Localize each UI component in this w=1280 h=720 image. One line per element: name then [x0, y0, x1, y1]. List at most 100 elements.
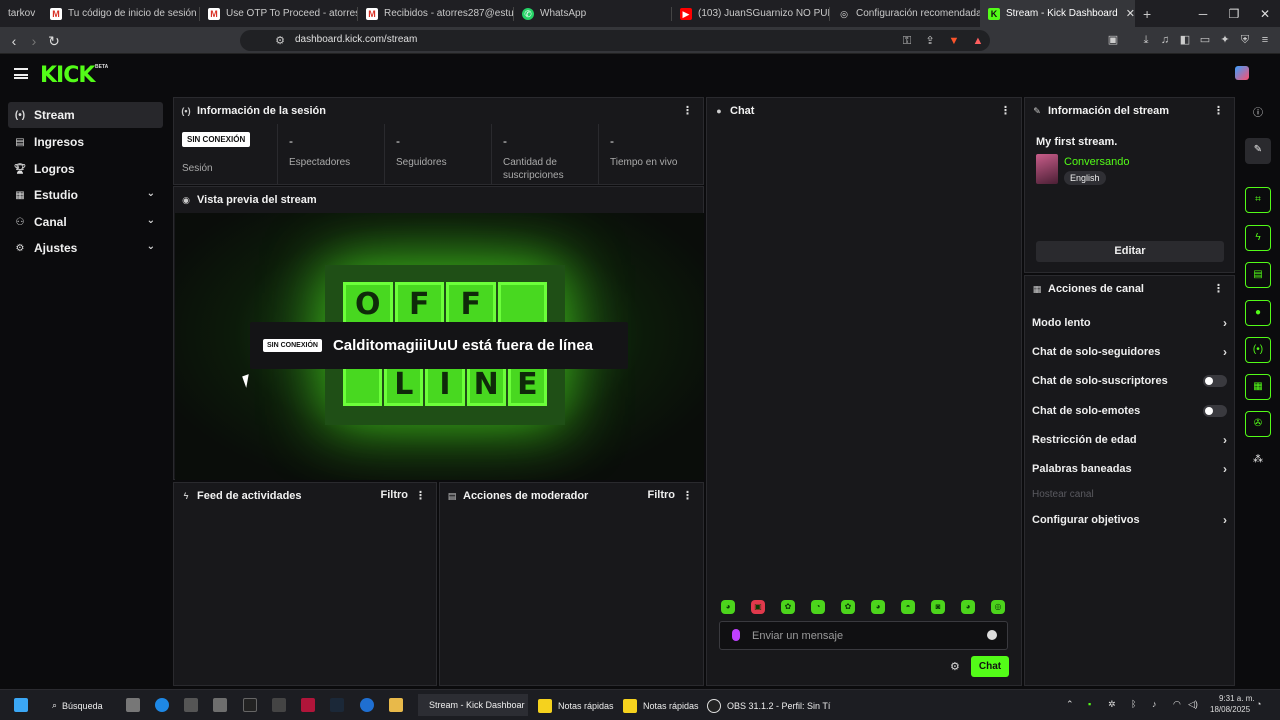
- site-info-icon[interactable]: ⚙: [273, 34, 287, 48]
- kebab-menu-icon[interactable]: ⋮: [1213, 104, 1224, 117]
- kebab-menu-icon[interactable]: ⋮: [682, 489, 693, 502]
- sidebar-item-logros[interactable]: 🏆︎ Logros: [8, 156, 163, 182]
- taskbar-app-notes[interactable]: Notas rápidas: [623, 697, 699, 714]
- browser-tab[interactable]: M Use OTP To Proceed - atorresuwu2: [200, 0, 357, 27]
- tray-app-icon[interactable]: ✲: [1108, 699, 1116, 710]
- close-window-icon[interactable]: ✕: [1249, 0, 1280, 27]
- volume-icon[interactable]: ◁): [1188, 699, 1198, 710]
- browser-tab[interactable]: M Tu código de inicio de sesión en d: [42, 0, 199, 27]
- channel-actions-icon[interactable]: ▦: [1245, 374, 1271, 400]
- edge-icon[interactable]: [155, 698, 169, 712]
- browser-tab[interactable]: M Recibidos - atorres287@estudiant: [358, 0, 513, 27]
- emote-icon[interactable]: ◕: [721, 600, 735, 614]
- wrench-icon[interactable]: ✇: [1245, 411, 1271, 437]
- menu-icon[interactable]: ≡: [1258, 33, 1272, 47]
- taskbar-app-notes[interactable]: Notas rápidas: [538, 697, 614, 714]
- maximize-window-icon[interactable]: ❐: [1218, 0, 1250, 27]
- sidebar-item-ajustes[interactable]: ⚙ Ajustes ⌄: [8, 235, 163, 261]
- emote-icon[interactable]: ◕: [871, 600, 885, 614]
- steam-icon[interactable]: [330, 698, 344, 712]
- filter-button[interactable]: Filtro: [381, 489, 409, 501]
- emotes-only-toggle[interactable]: [1203, 405, 1227, 417]
- info-icon[interactable]: ⓘ: [1245, 102, 1271, 128]
- hamburger-menu-icon[interactable]: [14, 68, 28, 79]
- chat-bubble-icon[interactable]: ●: [1245, 300, 1271, 326]
- camera-focus-icon[interactable]: ⌗: [1245, 187, 1271, 213]
- browser-tab-active[interactable]: K Stream - Kick Dashboard ✕: [980, 0, 1135, 27]
- microphone-icon[interactable]: ♪: [1152, 699, 1157, 709]
- emote-icon[interactable]: ✿: [781, 600, 795, 614]
- sidebar-item-ingresos[interactable]: ▤ Ingresos: [8, 129, 163, 155]
- chat-message-input[interactable]: [752, 628, 982, 644]
- chat-settings-gear-icon[interactable]: ⚙: [950, 660, 960, 673]
- store-icon[interactable]: [184, 698, 198, 712]
- filter-button[interactable]: Filtro: [648, 489, 676, 501]
- bluetooth-icon[interactable]: ᛒ: [1131, 699, 1136, 709]
- browser-tab[interactable]: ◎ Configuración recomendada Valor: [830, 0, 980, 27]
- emote-icon[interactable]: ◙: [931, 600, 945, 614]
- document-icon[interactable]: ▤: [1245, 262, 1271, 288]
- broadcast-icon[interactable]: (•): [1245, 337, 1271, 363]
- brave-shield-icon[interactable]: ▼: [947, 34, 961, 48]
- browser-tab[interactable]: tarkov: [0, 0, 42, 27]
- taskbar-app-obs[interactable]: OBS 31.1.2 - Perfil: Sin Tí: [707, 697, 830, 714]
- user-avatar[interactable]: [1235, 66, 1249, 80]
- browser-tab[interactable]: ▶ (103) JuanSGuarnizo NO PUEDE C: [672, 0, 829, 27]
- key-icon[interactable]: ⚿: [900, 34, 914, 48]
- kebab-menu-icon[interactable]: ⋮: [415, 489, 426, 502]
- lightning-icon[interactable]: ϟ: [1245, 225, 1271, 251]
- share-icon[interactable]: ⇪: [923, 34, 937, 48]
- subscribers-only-toggle[interactable]: [1203, 375, 1227, 387]
- app-icon[interactable]: [272, 698, 286, 712]
- windows-start-icon[interactable]: [14, 698, 28, 712]
- wallet-icon[interactable]: ▭: [1198, 33, 1212, 47]
- emote-icon[interactable]: ◎: [991, 600, 1005, 614]
- pencil-icon[interactable]: ✎: [1245, 138, 1271, 164]
- emoji-icon[interactable]: [987, 630, 997, 640]
- clock-time[interactable]: 9:31 a. m.: [1219, 694, 1255, 703]
- emote-icon[interactable]: ◔: [811, 600, 825, 614]
- music-icon[interactable]: ♫: [1158, 33, 1172, 47]
- battlenet-icon[interactable]: [360, 698, 374, 712]
- action-banned-words[interactable]: Palabras baneadas ›: [1032, 459, 1227, 479]
- taskbar-app-brave[interactable]: Stream - Kick Dashboar: [418, 694, 528, 716]
- chat-input-box[interactable]: [719, 621, 1008, 650]
- emote-icon[interactable]: ◓: [901, 600, 915, 614]
- kebab-menu-icon[interactable]: ⋮: [1213, 282, 1224, 295]
- microphone-icon[interactable]: [732, 629, 740, 641]
- brave-rewards-icon[interactable]: ▲: [971, 34, 985, 48]
- sidebar-item-stream[interactable]: (•) Stream: [8, 102, 163, 128]
- back-icon[interactable]: ‹: [4, 31, 24, 51]
- send-chat-button[interactable]: Chat: [971, 656, 1009, 677]
- vpn-icon[interactable]: ⛨: [1238, 33, 1252, 47]
- notification-bell-icon[interactable]: ◔: [1256, 699, 1261, 709]
- app-icon[interactable]: [213, 698, 227, 712]
- taskbar-search[interactable]: ⌕ Búsqueda: [52, 697, 103, 714]
- reload-icon[interactable]: ↻: [44, 31, 64, 51]
- action-age-restriction[interactable]: Restricción de edad ›: [1032, 430, 1227, 450]
- minimize-window-icon[interactable]: ─: [1187, 0, 1219, 27]
- edit-button[interactable]: Editar: [1036, 241, 1224, 262]
- valorant-icon[interactable]: [301, 698, 315, 712]
- forward-icon[interactable]: ›: [24, 31, 44, 51]
- sidebar-item-canal[interactable]: ⚇ Canal ⌄: [8, 209, 163, 235]
- close-tab-icon[interactable]: ✕: [1118, 7, 1135, 20]
- action-followers-only[interactable]: Chat de solo-seguidores ›: [1032, 342, 1227, 362]
- file-explorer-icon[interactable]: [389, 698, 403, 712]
- kebab-menu-icon[interactable]: ⋮: [1000, 104, 1011, 117]
- ai-icon[interactable]: ✦: [1218, 33, 1232, 47]
- apps-icon[interactable]: ⁂: [1245, 448, 1271, 474]
- kick-logo[interactable]: KICK: [40, 63, 95, 88]
- download-icon[interactable]: ⤓: [1139, 33, 1153, 47]
- sidebar-item-estudio[interactable]: ▦ Estudio ⌄: [8, 182, 163, 208]
- kebab-menu-icon[interactable]: ⋮: [682, 104, 693, 117]
- clock-date[interactable]: 18/08/2025: [1210, 705, 1250, 714]
- browser-tab[interactable]: ✆ WhatsApp: [514, 0, 671, 27]
- new-tab-button[interactable]: +: [1135, 0, 1157, 27]
- epic-games-icon[interactable]: [243, 698, 257, 712]
- action-slow-mode[interactable]: Modo lento ›: [1032, 313, 1227, 333]
- chevron-up-icon[interactable]: ⌃: [1066, 699, 1074, 710]
- stream-preview[interactable]: O F F L I N E SIN CONEXIÓN Calditomagiii…: [175, 213, 704, 480]
- emote-icon[interactable]: ◕: [961, 600, 975, 614]
- panel-icon[interactable]: ◧: [1178, 33, 1192, 47]
